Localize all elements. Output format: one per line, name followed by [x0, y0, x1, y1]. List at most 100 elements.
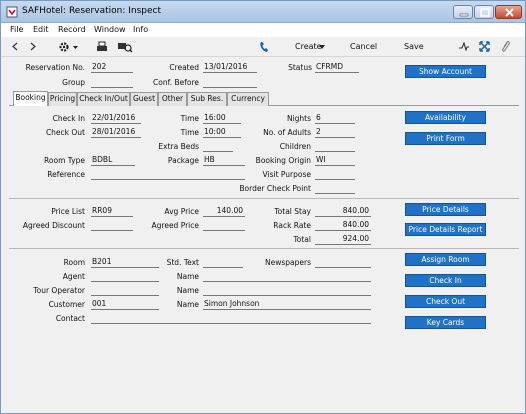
created-field[interactable]: 13/01/2016 — [203, 62, 257, 73]
visit-purpose-field[interactable] — [315, 169, 355, 180]
group-label: Group — [62, 78, 85, 87]
check-in-field[interactable]: 22/01/2016 — [91, 113, 141, 124]
tab-sub-res[interactable]: Sub Res. — [187, 92, 227, 106]
agent-field[interactable] — [91, 271, 159, 282]
children-label: Children — [279, 142, 311, 151]
total-field[interactable]: 924.00 — [315, 234, 371, 245]
avg-price-field[interactable]: 140.00 — [203, 206, 245, 217]
print-form-button[interactable]: Print Form — [405, 132, 486, 145]
tab-other[interactable]: Other — [158, 92, 187, 106]
check-out-button[interactable]: Check Out — [405, 295, 486, 308]
customer-name-field[interactable]: Simon Johnson — [203, 299, 371, 310]
contact-label: Contact — [55, 314, 85, 323]
tour-name-label: Name — [176, 286, 199, 295]
tab-guest[interactable]: Guest — [130, 92, 158, 106]
phone-icon[interactable] — [259, 41, 269, 53]
activity-icon[interactable] — [459, 42, 469, 51]
adults-field[interactable]: 2 — [315, 127, 355, 138]
print-preview-icon[interactable] — [117, 41, 133, 53]
minimize-button[interactable] — [453, 5, 473, 19]
tour-name-field[interactable] — [203, 285, 371, 296]
menu-bar: File Edit Record Window Info — [1, 23, 525, 37]
newspapers-label: Newspapers — [265, 258, 311, 267]
tab-booking[interactable]: Booking — [13, 91, 48, 106]
created-label: Created — [169, 63, 199, 72]
check-out-field[interactable]: 28/01/2016 — [91, 127, 141, 138]
status-label: Status — [288, 63, 312, 72]
tab-check-in-out[interactable]: Check In/Out — [77, 92, 130, 106]
agreed-discount-label: Agreed Discount — [22, 221, 85, 230]
price-list-label: Price List — [51, 207, 85, 216]
create-button[interactable]: Create — [295, 42, 322, 51]
room-type-field[interactable]: BDBL — [91, 155, 135, 166]
menu-edit[interactable]: Edit — [33, 25, 49, 34]
app-icon — [6, 6, 18, 18]
tab-currency[interactable]: Currency — [227, 92, 269, 106]
agreed-price-label: Agreed Price — [151, 221, 199, 230]
agent-name-label: Name — [176, 272, 199, 281]
title-bar: SAFHotel: Reservation: Inspect — [1, 1, 525, 23]
check-in-button[interactable]: Check In — [405, 274, 486, 287]
agent-label: Agent — [62, 272, 85, 281]
maximize-button[interactable] — [474, 5, 494, 19]
toolbar: Create Cancel Save — [1, 37, 525, 57]
gear-icon[interactable] — [58, 41, 80, 53]
reservation-no-field[interactable]: 202 — [91, 62, 133, 73]
price-list-field[interactable]: RR09 — [91, 206, 133, 217]
booking-origin-field[interactable]: WI — [315, 155, 355, 166]
agent-name-field[interactable] — [203, 271, 371, 282]
paperclip-icon[interactable] — [501, 40, 510, 53]
print-icon[interactable] — [96, 41, 108, 53]
reference-field[interactable] — [91, 169, 245, 180]
close-button[interactable] — [495, 5, 522, 19]
nights-field[interactable]: 6 — [315, 113, 355, 124]
time-in-field[interactable]: 16:00 — [203, 113, 241, 124]
group-field[interactable] — [91, 77, 133, 88]
std-text-field[interactable] — [203, 257, 243, 268]
time-in-label: Time — [180, 114, 199, 123]
availability-button[interactable]: Availability — [405, 111, 486, 124]
price-details-button[interactable]: Price Details — [405, 203, 486, 216]
back-arrow-icon[interactable] — [11, 42, 19, 51]
close-icon — [505, 8, 514, 17]
assign-room-button[interactable]: Assign Room — [405, 253, 486, 266]
status-field[interactable]: CFRMD — [315, 62, 359, 73]
reservation-no-label: Reservation No. — [25, 63, 85, 72]
package-field[interactable]: HB — [203, 155, 245, 166]
newspapers-field[interactable] — [315, 257, 371, 268]
reference-label: Reference — [47, 170, 85, 179]
border-check-point-label: Border Check Point — [239, 184, 311, 193]
children-field[interactable] — [315, 141, 355, 152]
menu-info[interactable]: Info — [133, 25, 148, 34]
menu-window[interactable]: Window — [94, 25, 126, 34]
app-window: SAFHotel: Reservation: Inspect File Edit… — [0, 0, 526, 414]
save-button[interactable]: Save — [404, 42, 424, 51]
minimize-icon — [459, 13, 469, 17]
section-divider — [9, 248, 519, 249]
border-check-point-field[interactable] — [315, 183, 355, 194]
form-area: Reservation No. 202 Created 13/01/2016 S… — [5, 58, 523, 411]
package-label: Package — [167, 156, 199, 165]
show-account-button[interactable]: Show Account — [405, 65, 486, 78]
key-cards-button[interactable]: Key Cards — [405, 316, 486, 329]
tab-pricing[interactable]: Pricing — [48, 92, 77, 106]
customer-field[interactable]: 001 — [91, 299, 159, 310]
time-out-field[interactable]: 10:00 — [203, 127, 241, 138]
tour-operator-field[interactable] — [91, 285, 159, 296]
chevron-down-icon[interactable] — [319, 45, 325, 49]
forward-arrow-icon[interactable] — [29, 42, 37, 51]
total-stay-field[interactable]: 840.00 — [315, 206, 371, 217]
conf-before-field[interactable] — [203, 77, 257, 88]
room-type-label: Room Type — [44, 156, 85, 165]
rack-rate-field[interactable]: 840.00 — [315, 220, 371, 231]
price-details-report-button[interactable]: Price Details Report — [405, 223, 486, 236]
menu-record[interactable]: Record — [58, 25, 86, 34]
agreed-price-field[interactable] — [203, 220, 245, 231]
contact-field[interactable] — [91, 313, 371, 324]
expand-icon[interactable] — [479, 41, 490, 52]
menu-file[interactable]: File — [10, 25, 23, 34]
extra-beds-field[interactable] — [203, 141, 233, 152]
window-title: SAFHotel: Reservation: Inspect — [22, 6, 162, 16]
cancel-button[interactable]: Cancel — [350, 42, 377, 51]
agreed-discount-field[interactable] — [91, 220, 133, 231]
